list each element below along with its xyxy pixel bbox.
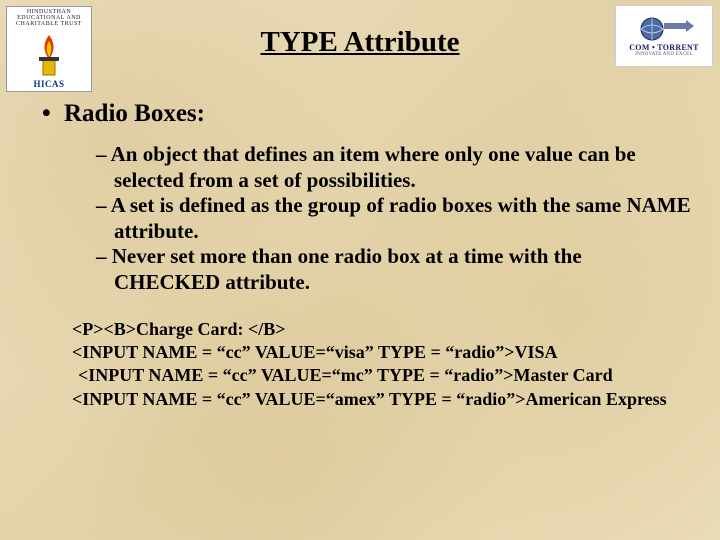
code-line: <INPUT NAME = “cc” VALUE=“visa” TYPE = “…	[120, 341, 692, 364]
sub-bullet: A set is defined as the group of radio b…	[114, 193, 692, 244]
slide-title: TYPE Attribute	[0, 26, 720, 59]
logo-left-bottom-text: HICAS	[33, 79, 64, 89]
logo-left-top-text: HINDUSTHAN EDUCATIONAL AND CHARITABLE TR…	[7, 9, 91, 27]
code-line: <INPUT NAME = “cc” VALUE=“amex” TYPE = “…	[120, 388, 692, 411]
sub-bullet-list: An object that defines an item where onl…	[38, 142, 692, 296]
sub-bullet: Never set more than one radio box at a t…	[114, 244, 692, 295]
slide-content: Radio Boxes: An object that defines an i…	[38, 100, 692, 411]
section-heading: Radio Boxes:	[38, 100, 692, 128]
code-line: <P><B>Charge Card: </B>	[120, 318, 692, 341]
code-example: <P><B>Charge Card: </B> <INPUT NAME = “c…	[38, 318, 692, 412]
sub-bullet: An object that defines an item where onl…	[114, 142, 692, 193]
code-line: <INPUT NAME = “cc” VALUE=“mc” TYPE = “ra…	[120, 364, 692, 387]
